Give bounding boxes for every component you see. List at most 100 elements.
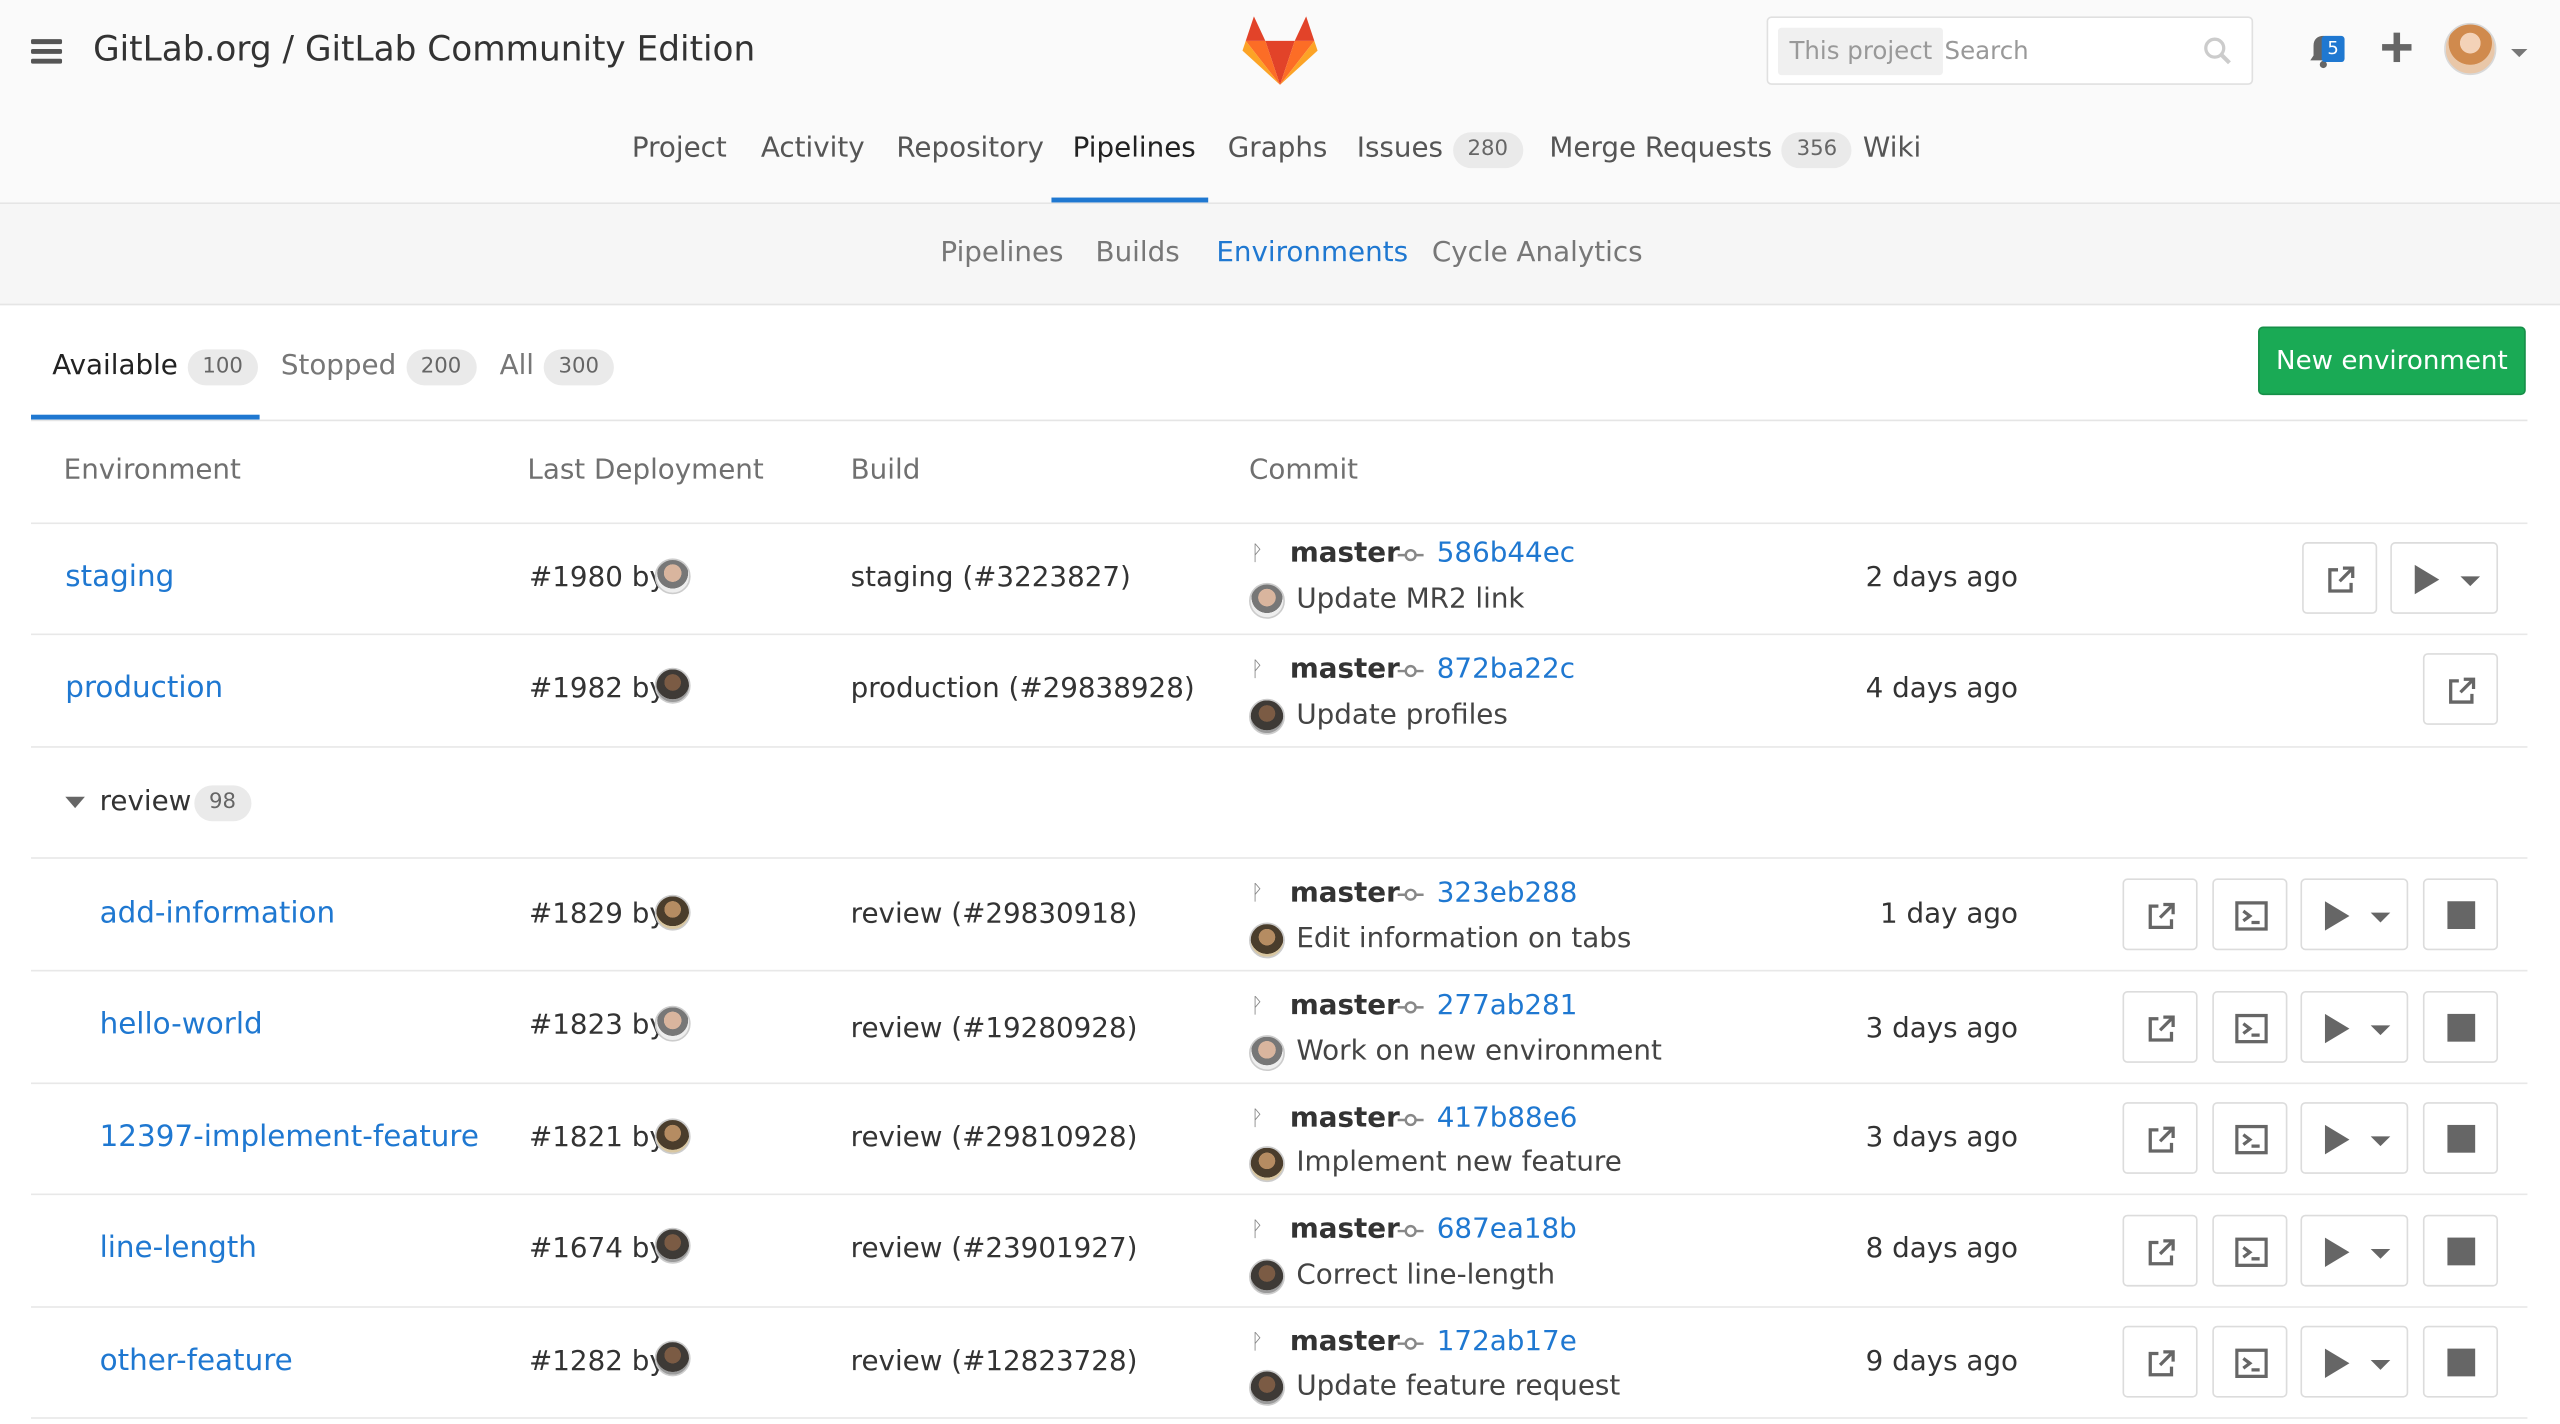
new-environment-button[interactable]: New environment xyxy=(2258,326,2526,396)
commit-sha[interactable]: 586b44ec xyxy=(1437,536,1575,572)
user-avatar[interactable] xyxy=(2444,22,2497,76)
branch-name[interactable]: master xyxy=(1290,988,1400,1024)
branch-name[interactable]: master xyxy=(1290,1211,1400,1247)
deploy-dropdown-button[interactable] xyxy=(2300,878,2409,951)
commit-message[interactable]: Work on new environment xyxy=(1296,1033,1661,1069)
open-environment-button[interactable] xyxy=(2122,1214,2198,1287)
build-link[interactable]: review (#23901927) xyxy=(851,1229,1138,1268)
deployment-number[interactable]: #1980 by xyxy=(529,558,666,597)
commit-sha[interactable]: 172ab17e xyxy=(1437,1324,1577,1360)
project-title[interactable]: GitLab.org / GitLab Community Edition xyxy=(93,29,755,68)
environment-link[interactable]: other-feature xyxy=(100,1342,293,1381)
stop-environment-button[interactable] xyxy=(2422,1325,2499,1398)
terminal-button[interactable] xyxy=(2212,1214,2288,1287)
open-environment-button[interactable] xyxy=(2122,991,2198,1063)
open-environment-button[interactable] xyxy=(2122,878,2198,951)
author-avatar[interactable] xyxy=(1249,1146,1285,1183)
search-scope-label[interactable]: This project xyxy=(1778,27,1944,76)
deployer-avatar[interactable] xyxy=(654,667,691,704)
deployer-avatar[interactable] xyxy=(654,1340,691,1377)
build-link[interactable]: production (#29838928) xyxy=(851,669,1195,708)
folder-name[interactable]: review xyxy=(100,782,192,821)
commit-sha[interactable]: 277ab281 xyxy=(1437,988,1578,1024)
branch-name[interactable]: master xyxy=(1290,1100,1400,1136)
deployment-number[interactable]: #1282 by xyxy=(529,1342,666,1381)
author-avatar[interactable] xyxy=(1249,582,1285,619)
deployment-number[interactable]: #1829 by xyxy=(529,895,666,934)
deployer-avatar[interactable] xyxy=(654,558,691,595)
search-input[interactable]: Search xyxy=(1945,18,2029,83)
subnav-pipelines[interactable]: Pipelines xyxy=(940,233,1063,272)
open-environment-button[interactable] xyxy=(2122,1325,2198,1398)
nav-wiki[interactable]: Wiki xyxy=(1863,129,1921,168)
author-avatar[interactable] xyxy=(1249,698,1285,735)
terminal-button[interactable] xyxy=(2212,991,2288,1063)
deployment-number[interactable]: #1823 by xyxy=(529,1006,666,1045)
nav-merge-requests[interactable]: Merge Requests 356 xyxy=(1549,129,1852,169)
terminal-button[interactable] xyxy=(2212,878,2288,951)
open-environment-button[interactable] xyxy=(2122,1102,2198,1174)
author-avatar[interactable] xyxy=(1249,922,1285,959)
nav-pipelines[interactable]: Pipelines xyxy=(1073,129,1196,168)
search-field[interactable]: This project Search xyxy=(1766,16,2254,85)
deploy-dropdown-button[interactable] xyxy=(2300,991,2409,1063)
subnav-builds[interactable]: Builds xyxy=(1096,233,1180,272)
deployment-number[interactable]: #1982 by xyxy=(529,669,666,708)
commit-sha[interactable]: 417b88e6 xyxy=(1437,1100,1578,1136)
environment-link[interactable]: add-information xyxy=(100,895,336,934)
commit-message[interactable]: Update profiles xyxy=(1296,697,1507,733)
environment-link[interactable]: line-length xyxy=(100,1229,257,1268)
nav-repository[interactable]: Repository xyxy=(896,129,1044,168)
deployer-avatar[interactable] xyxy=(654,1227,691,1264)
commit-message[interactable]: Update feature request xyxy=(1296,1368,1620,1404)
terminal-button[interactable] xyxy=(2212,1325,2288,1398)
nav-activity[interactable]: Activity xyxy=(761,129,865,168)
commit-message[interactable]: Correct line-length xyxy=(1296,1257,1555,1293)
deploy-dropdown-button[interactable] xyxy=(2300,1325,2409,1398)
tab-available[interactable]: Available 100 xyxy=(52,346,258,386)
plus-icon[interactable] xyxy=(2380,31,2413,64)
subnav-environments[interactable]: Environments xyxy=(1216,233,1408,272)
deployer-avatar[interactable] xyxy=(654,1118,691,1155)
commit-sha[interactable]: 872ba22c xyxy=(1437,651,1575,687)
deploy-dropdown-button[interactable] xyxy=(2390,542,2499,614)
gitlab-logo[interactable] xyxy=(1241,13,1319,88)
deploy-dropdown-button[interactable] xyxy=(2300,1102,2409,1174)
tab-all[interactable]: All 300 xyxy=(500,346,614,386)
commit-message[interactable]: Edit information on tabs xyxy=(1296,921,1631,957)
deploy-dropdown-button[interactable] xyxy=(2300,1214,2409,1287)
environment-link[interactable]: staging xyxy=(65,558,174,597)
commit-message[interactable]: Implement new feature xyxy=(1296,1145,1621,1181)
nav-project[interactable]: Project xyxy=(632,129,727,168)
nav-graphs[interactable]: Graphs xyxy=(1228,129,1328,168)
branch-name[interactable]: master xyxy=(1290,536,1400,572)
deployer-avatar[interactable] xyxy=(654,894,691,931)
terminal-button[interactable] xyxy=(2212,1102,2288,1174)
open-environment-button[interactable] xyxy=(2302,542,2378,614)
environment-link[interactable]: hello-world xyxy=(100,1006,263,1045)
branch-name[interactable]: master xyxy=(1290,875,1400,911)
commit-sha[interactable]: 323eb288 xyxy=(1437,875,1578,911)
build-link[interactable]: review (#29830918) xyxy=(851,895,1138,934)
build-link[interactable]: review (#12823728) xyxy=(851,1342,1138,1381)
open-environment-button[interactable] xyxy=(2422,653,2499,725)
caret-down-icon[interactable] xyxy=(65,796,85,809)
author-avatar[interactable] xyxy=(1249,1258,1285,1295)
deployment-number[interactable]: #1821 by xyxy=(529,1118,666,1157)
commit-sha[interactable]: 687ea18b xyxy=(1437,1211,1577,1247)
stop-environment-button[interactable] xyxy=(2422,878,2499,951)
commit-message[interactable]: Update MR2 link xyxy=(1296,581,1524,617)
branch-name[interactable]: master xyxy=(1290,1324,1400,1360)
build-link[interactable]: review (#29810928) xyxy=(851,1118,1138,1157)
nav-issues[interactable]: Issues 280 xyxy=(1357,129,1523,169)
author-avatar[interactable] xyxy=(1249,1035,1285,1072)
deployer-avatar[interactable] xyxy=(654,1005,691,1042)
branch-name[interactable]: master xyxy=(1290,651,1400,687)
stop-environment-button[interactable] xyxy=(2422,1102,2499,1174)
hamburger-icon[interactable] xyxy=(31,39,64,65)
environment-link[interactable]: production xyxy=(65,669,223,708)
subnav-cycle-analytics[interactable]: Cycle Analytics xyxy=(1432,233,1643,272)
environment-link[interactable]: 12397-implement-feature xyxy=(100,1118,479,1157)
deployment-number[interactable]: #1674 by xyxy=(529,1229,666,1268)
stop-environment-button[interactable] xyxy=(2422,991,2499,1063)
